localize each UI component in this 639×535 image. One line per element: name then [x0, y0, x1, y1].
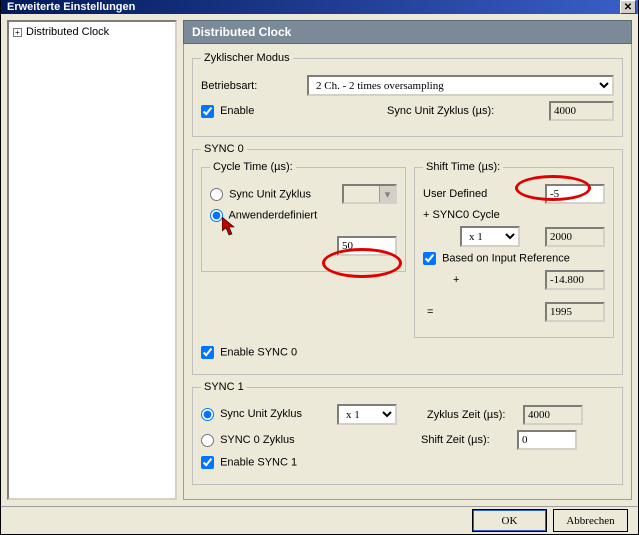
- betriebsart-label: Betriebsart:: [201, 80, 301, 92]
- cycle-time-input[interactable]: [337, 236, 397, 256]
- tree-item-distributed-clock[interactable]: + Distributed Clock: [13, 26, 171, 38]
- sync1-shift-input[interactable]: [517, 430, 577, 450]
- cyclic-group: Zyklischer Modus Betriebsart: 2 Ch. - 2 …: [192, 52, 623, 137]
- enable-sync1-checkbox[interactable]: [201, 456, 214, 469]
- sync1-radio-sync0[interactable]: [201, 434, 214, 447]
- sync0-legend: SYNC 0: [201, 143, 247, 155]
- plus-label: +: [423, 274, 459, 286]
- sync-unit-mult-select: ▾: [342, 184, 397, 204]
- sync0-cycle-mult-result: [545, 227, 605, 247]
- sync1-legend: SYNC 1: [201, 381, 247, 393]
- titlebar: Erweiterte Einstellungen ✕: [1, 0, 638, 14]
- ok-button[interactable]: OK: [472, 509, 547, 532]
- tree-panel: + Distributed Clock: [7, 20, 177, 500]
- tree-expander-icon[interactable]: +: [13, 28, 22, 37]
- sync1-mult-select[interactable]: x 1: [337, 404, 397, 425]
- close-button[interactable]: ✕: [620, 0, 636, 14]
- chevron-down-icon: ▾: [379, 186, 395, 202]
- user-defined-input[interactable]: [545, 184, 605, 204]
- radio-user-defined-label[interactable]: Anwenderdefiniert: [210, 209, 317, 222]
- sync1-radio-sync0-label[interactable]: SYNC 0 Zyklus: [201, 434, 295, 446]
- window-title: Erweiterte Einstellungen: [7, 1, 135, 13]
- plus-sync0-label: + SYNC0 Cycle: [423, 209, 500, 221]
- enable-checkbox-label[interactable]: Enable: [201, 105, 254, 117]
- radio-sync-unit-label[interactable]: Sync Unit Zyklus: [210, 188, 311, 201]
- sync-unit-cycle-label: Sync Unit Zyklus (µs):: [387, 105, 543, 117]
- sync0-group: SYNC 0 Cycle Time (µs): Sync Unit Zyklus: [192, 143, 623, 375]
- panel-header: Distributed Clock: [183, 20, 632, 44]
- sync1-zyklus-value: [523, 405, 583, 425]
- sync1-radio-sync-unit-label[interactable]: Sync Unit Zyklus: [201, 408, 302, 420]
- button-bar: OK Abbrechen: [1, 506, 638, 534]
- cycle-time-legend: Cycle Time (µs):: [210, 161, 296, 173]
- shift-time-legend: Shift Time (µs):: [423, 161, 503, 173]
- settings-window: Erweiterte Einstellungen ✕ + Distributed…: [0, 0, 639, 535]
- eq-value: [545, 302, 605, 322]
- based-on-input-label[interactable]: Based on Input Reference: [423, 252, 570, 265]
- tree-item-label: Distributed Clock: [26, 26, 109, 38]
- cycle-time-group: Cycle Time (µs): Sync Unit Zyklus ▾: [201, 161, 406, 272]
- user-defined-label: User Defined: [423, 188, 487, 200]
- enable-sync1-label[interactable]: Enable SYNC 1: [201, 456, 297, 469]
- radio-user-defined[interactable]: [210, 209, 223, 222]
- sync1-shift-label: Shift Zeit (µs):: [421, 434, 511, 446]
- plus-value: [545, 270, 605, 290]
- cyclic-legend: Zyklischer Modus: [201, 52, 293, 64]
- close-icon: ✕: [624, 2, 632, 13]
- shift-time-group: Shift Time (µs): User Defined + SYNC0 Cy…: [414, 161, 614, 338]
- sync1-zyklus-label: Zyklus Zeit (µs):: [427, 409, 517, 421]
- based-on-input-checkbox[interactable]: [423, 252, 436, 265]
- cancel-button[interactable]: Abbrechen: [553, 509, 628, 532]
- enable-checkbox[interactable]: [201, 105, 214, 118]
- sync-unit-cycle-value: [549, 101, 614, 121]
- eq-label: =: [423, 306, 433, 318]
- enable-sync0-label[interactable]: Enable SYNC 0: [201, 346, 297, 359]
- betriebsart-select[interactable]: 2 Ch. - 2 times oversampling: [307, 75, 614, 96]
- sync1-group: SYNC 1 Sync Unit Zyklus x 1 Zyklus: [192, 381, 623, 485]
- radio-sync-unit[interactable]: [210, 188, 223, 201]
- sync1-radio-sync-unit[interactable]: [201, 408, 214, 421]
- sync0-cycle-mult-select[interactable]: x 1: [460, 226, 520, 247]
- enable-sync0-checkbox[interactable]: [201, 346, 214, 359]
